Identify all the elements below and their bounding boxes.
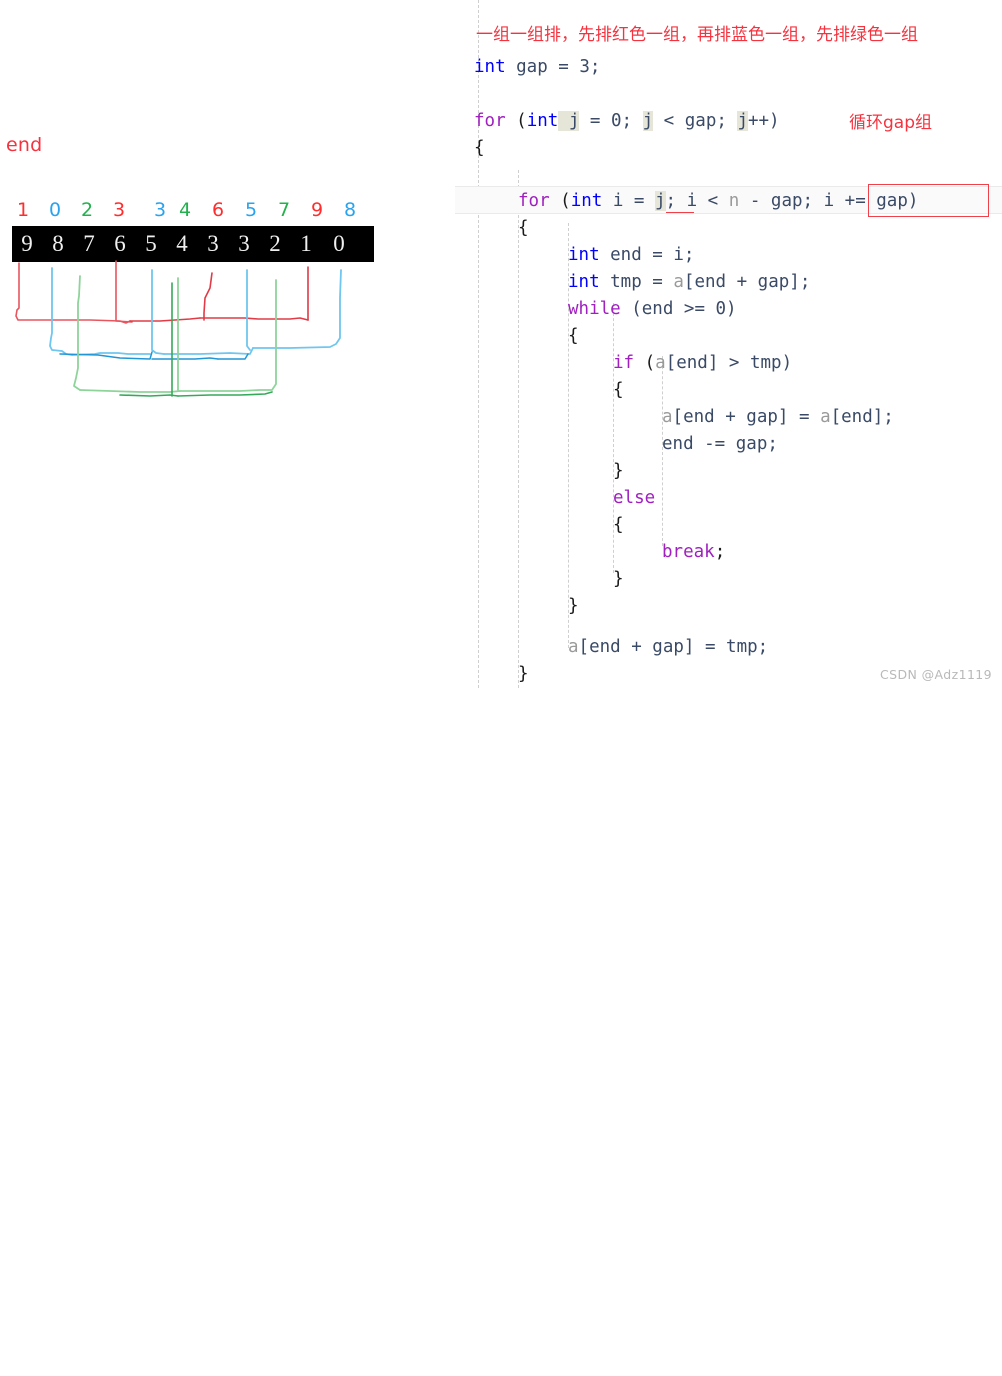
code-line-final-assign: a[end + gap] = tmp; <box>568 634 768 661</box>
code-line-brace-open-3: { <box>568 326 579 346</box>
code-line-end-decrement: end -= gap; <box>662 434 778 454</box>
group-index-3: 3 <box>112 199 126 221</box>
code-line-outer-for: for (int j = 0; j < gap; j++) <box>474 108 780 135</box>
array-cell-9: 1 <box>300 231 312 256</box>
array-cell-5: 4 <box>176 231 188 256</box>
token-int: int <box>526 111 559 131</box>
token-int: int <box>570 191 603 211</box>
code-line-shift-assign: a[end + gap] = a[end]; <box>662 404 894 431</box>
token-array-a: a <box>673 272 684 292</box>
token-j-1: j <box>558 111 580 131</box>
array-cell-0: 9 <box>21 231 33 256</box>
group-index-row: 10233465798 <box>12 197 374 225</box>
group-index-5: 4 <box>178 199 192 221</box>
code-comment-chinese: 一组一组排，先排红色一组，再排蓝色一组，先排绿色一组 <box>476 25 918 45</box>
code-line-brace-close-1: } <box>613 461 624 481</box>
shell-sort-illustration-panel: end 10233465798 98765433210 <box>0 0 455 688</box>
token-semi-cond: ; i < <box>665 191 729 211</box>
code-line-brace-close-3: } <box>568 596 579 616</box>
token-int: int <box>474 57 506 77</box>
token-j-3: j <box>737 111 748 131</box>
code-line-brace-open-5: { <box>613 515 624 535</box>
token-int: int <box>568 245 600 265</box>
code-editor-panel: 一组一组排，先排红色一组，再排蓝色一组，先排绿色一组 int gap = 3; … <box>455 0 1002 688</box>
token-paren-open: ( <box>634 353 656 373</box>
code-line-brace-close-2: } <box>613 569 624 589</box>
token-paren-open: ( <box>505 111 527 131</box>
token-n: n <box>728 191 740 211</box>
token-paren-open: ( <box>549 191 571 211</box>
token-init: = 0; <box>579 111 643 131</box>
token-rhs-index: [end]; <box>830 407 894 427</box>
token-end-assign: end = i; <box>599 245 695 265</box>
code-line-while: while (end >= 0) <box>568 296 737 323</box>
token-i-init: i = <box>602 191 655 211</box>
token-array-a: a <box>820 407 831 427</box>
group-connector-lines <box>15 260 342 397</box>
token-minus-gap: - gap; <box>739 191 824 211</box>
code-line-brace-open-1: { <box>474 138 485 158</box>
group-index-0: 1 <box>16 199 30 221</box>
token-break: break <box>662 542 715 562</box>
code-line-else: else <box>613 488 656 508</box>
token-if: if <box>613 353 635 373</box>
array-cell-10: 0 <box>333 231 345 256</box>
token-gap-assign: gap = 3; <box>505 57 601 77</box>
array-cell-4: 5 <box>145 231 157 256</box>
code-line-end-decl: int end = i; <box>568 242 694 269</box>
group-index-2: 2 <box>80 199 94 221</box>
token-semicolon: ; <box>714 542 726 562</box>
token-for: for <box>518 191 550 211</box>
token-array-a: a <box>662 407 673 427</box>
token-final-expr: [end + gap] = tmp; <box>578 637 769 657</box>
group-index-7: 5 <box>244 199 258 221</box>
highlight-box-i-plus-gap <box>868 184 989 217</box>
annotation-loop-gap-groups: 循环gap组 <box>849 113 932 133</box>
array-cell-3: 6 <box>114 231 126 256</box>
array-cell-8: 2 <box>269 231 281 256</box>
array-cell-2: 7 <box>83 231 95 256</box>
token-j-2: j <box>642 111 654 131</box>
underline-j-init <box>666 212 694 213</box>
token-tmp-assign: tmp = <box>599 272 674 292</box>
token-index-expr: [end + gap]; <box>683 272 811 292</box>
token-array-a: a <box>655 353 666 373</box>
code-line-gap-decl: int gap = 3; <box>474 54 600 81</box>
code-text-block: 一组一组排，先排红色一组，再排蓝色一组，先排绿色一组 int gap = 3; … <box>455 0 1002 688</box>
token-for: for <box>474 111 506 131</box>
end-pointer-label: end <box>6 134 43 156</box>
code-line-brace-open-2: { <box>518 218 529 238</box>
array-cell-6: 3 <box>207 231 219 256</box>
token-cond: < gap; <box>653 111 738 131</box>
code-line-brace-close-4: } <box>518 664 529 684</box>
token-while-cond: (end >= 0) <box>620 299 737 319</box>
code-line-tmp-decl: int tmp = a[end + gap]; <box>568 269 810 296</box>
group-index-4: 3 <box>153 199 167 221</box>
group-index-6: 6 <box>211 199 225 221</box>
group-index-9: 9 <box>310 199 324 221</box>
token-incr: ++) <box>747 111 780 131</box>
array-cell-1: 8 <box>52 231 64 256</box>
group-index-1: 0 <box>48 199 62 221</box>
code-line-inner-for: for (int i = j; i < n - gap; i += gap) <box>518 188 918 215</box>
group-index-8: 7 <box>277 199 291 221</box>
csdn-watermark: CSDN @Adz1119 <box>880 667 992 682</box>
token-int: int <box>568 272 600 292</box>
code-line-brace-open-4: { <box>613 380 624 400</box>
code-line-break: break; <box>662 539 725 566</box>
array-value-bar: 98765433210 <box>12 226 374 262</box>
token-if-cond: [end] > tmp) <box>665 353 793 373</box>
token-array-a: a <box>568 637 579 657</box>
token-while: while <box>568 299 621 319</box>
array-cell-7: 3 <box>238 231 250 256</box>
token-lhs-index: [end + gap] = <box>672 407 821 427</box>
token-j: j <box>654 191 666 211</box>
group-index-10: 8 <box>343 199 357 221</box>
code-line-if: if (a[end] > tmp) <box>613 350 792 377</box>
